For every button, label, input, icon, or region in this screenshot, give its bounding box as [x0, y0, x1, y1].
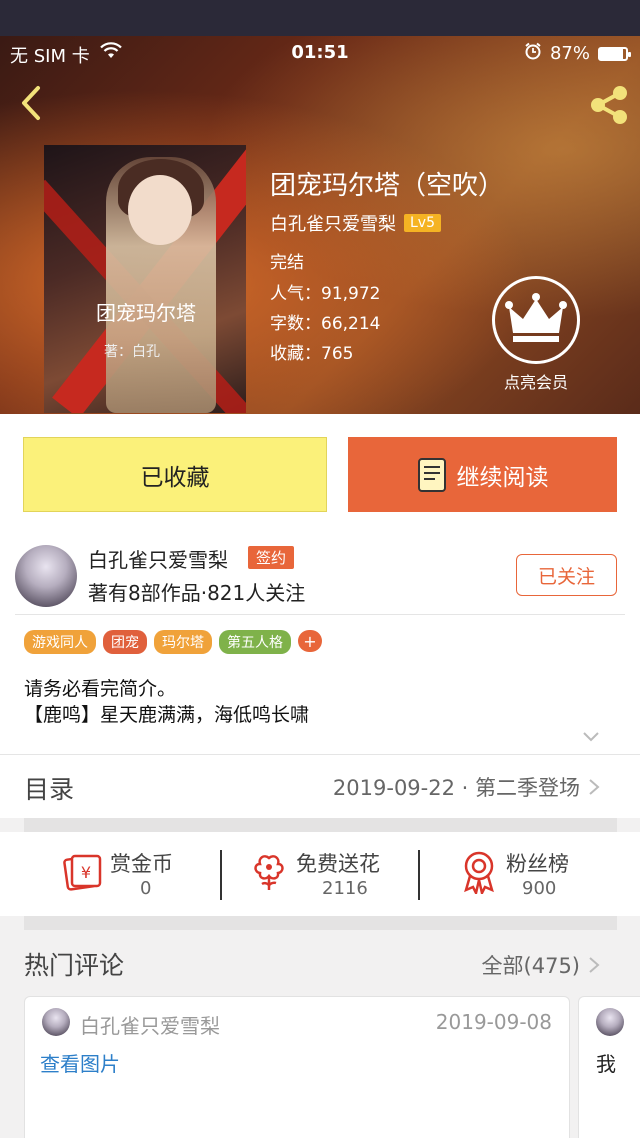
cover-title: 团宠玛尔塔	[96, 301, 196, 325]
divider	[15, 614, 625, 615]
book-author[interactable]: 白孔雀只爱雪梨	[270, 210, 396, 236]
commenter-avatar[interactable]	[42, 1008, 70, 1036]
cover-author: 著：白孔	[104, 344, 160, 360]
description-line: 请务必看完简介。	[24, 678, 177, 700]
reward-label: 免费送花	[296, 852, 380, 876]
divider	[418, 850, 420, 900]
reward-coins[interactable]: ¥ 赏金币 0	[62, 842, 202, 906]
book-title: 团宠玛尔塔（空吹）	[270, 171, 505, 201]
hot-comments-label: 热门评论	[24, 951, 125, 980]
author-name[interactable]: 白孔雀只爱雪梨	[88, 544, 228, 573]
svg-text:¥: ¥	[81, 863, 91, 882]
back-button[interactable]	[14, 84, 48, 122]
all-comments-link[interactable]: 全部(475)	[482, 950, 580, 980]
book-popularity: 人气：91,972	[270, 284, 381, 304]
chevron-left-icon	[22, 86, 40, 120]
alarm-icon	[524, 42, 542, 65]
continue-reading-label: 继续阅读	[456, 464, 549, 491]
book-word-count: 字数：66,214	[270, 314, 381, 334]
chevron-right-icon	[589, 957, 600, 973]
status-bar: 无 SIM 卡 01:51 87%	[0, 36, 640, 70]
chevron-down-icon	[583, 732, 599, 742]
crown-icon	[505, 293, 567, 342]
comment-date: 2019-09-08	[435, 1010, 552, 1034]
tag[interactable]: 团宠	[103, 630, 147, 654]
reward-label: 粉丝榜	[506, 852, 569, 876]
book-description: 请务必看完简介。 【鹿鸣】星天鹿满满，海低鸣长啸	[24, 676, 309, 728]
medal-icon	[464, 851, 494, 894]
book-icon	[417, 457, 446, 492]
book-author-line[interactable]: 白孔雀只爱雪梨 Lv5	[270, 210, 441, 236]
book-status: 完结	[270, 253, 304, 273]
signed-badge: 签约	[248, 546, 295, 569]
reward-value: 0	[140, 878, 152, 899]
description-line: 【鹿鸣】星天鹿满满，海低鸣长啸	[24, 704, 310, 726]
chevron-right-icon	[589, 779, 600, 795]
share-button[interactable]	[586, 82, 632, 128]
battery-percent: 87%	[549, 43, 590, 64]
reward-value: 900	[522, 878, 557, 899]
reward-fan-rank[interactable]: 粉丝榜 900	[460, 842, 590, 906]
comment-text: 我	[596, 1052, 616, 1076]
share-icon	[591, 86, 627, 124]
top-strip	[0, 0, 640, 36]
tag[interactable]: 玛尔塔	[154, 630, 212, 654]
catalog-update[interactable]: 2019-09-22 · 第二季登场	[333, 772, 580, 802]
section-separator	[24, 818, 617, 832]
commenter-name[interactable]: 白孔雀只爱雪梨	[80, 1010, 220, 1039]
add-tag-button[interactable]: +	[298, 630, 322, 652]
author-summary: 著有8部作品·821人关注	[88, 581, 306, 605]
tag-list: 游戏同人 团宠 玛尔塔 第五人格 +	[24, 630, 322, 654]
level-badge: Lv5	[404, 214, 441, 232]
expand-button[interactable]	[582, 728, 600, 742]
catalog-label: 目录	[24, 775, 75, 804]
section-separator	[24, 916, 617, 930]
battery-icon	[598, 46, 631, 61]
author-avatar[interactable]	[15, 545, 77, 607]
favorited-button[interactable]: 已收藏	[23, 437, 327, 512]
flower-icon	[254, 855, 284, 890]
vip-label[interactable]: 点亮会员	[488, 369, 584, 393]
vip-button[interactable]	[492, 276, 580, 364]
red-envelope-icon: ¥	[63, 854, 102, 891]
divider	[220, 850, 222, 900]
reward-value: 2116	[322, 878, 368, 899]
followed-button[interactable]: 已关注	[516, 554, 617, 596]
tag[interactable]: 第五人格	[219, 630, 291, 654]
reward-flowers[interactable]: 免费送花 2116	[250, 842, 400, 906]
view-image-link[interactable]: 查看图片	[40, 1048, 120, 1077]
tag[interactable]: 游戏同人	[24, 630, 96, 654]
book-cover[interactable]: 团宠玛尔塔 著：白孔	[44, 145, 246, 413]
commenter-avatar[interactable]	[596, 1008, 624, 1036]
reward-label: 赏金币	[110, 852, 173, 876]
book-favorites: 收藏：765	[270, 344, 354, 364]
continue-reading-button[interactable]: 继续阅读	[348, 437, 617, 512]
